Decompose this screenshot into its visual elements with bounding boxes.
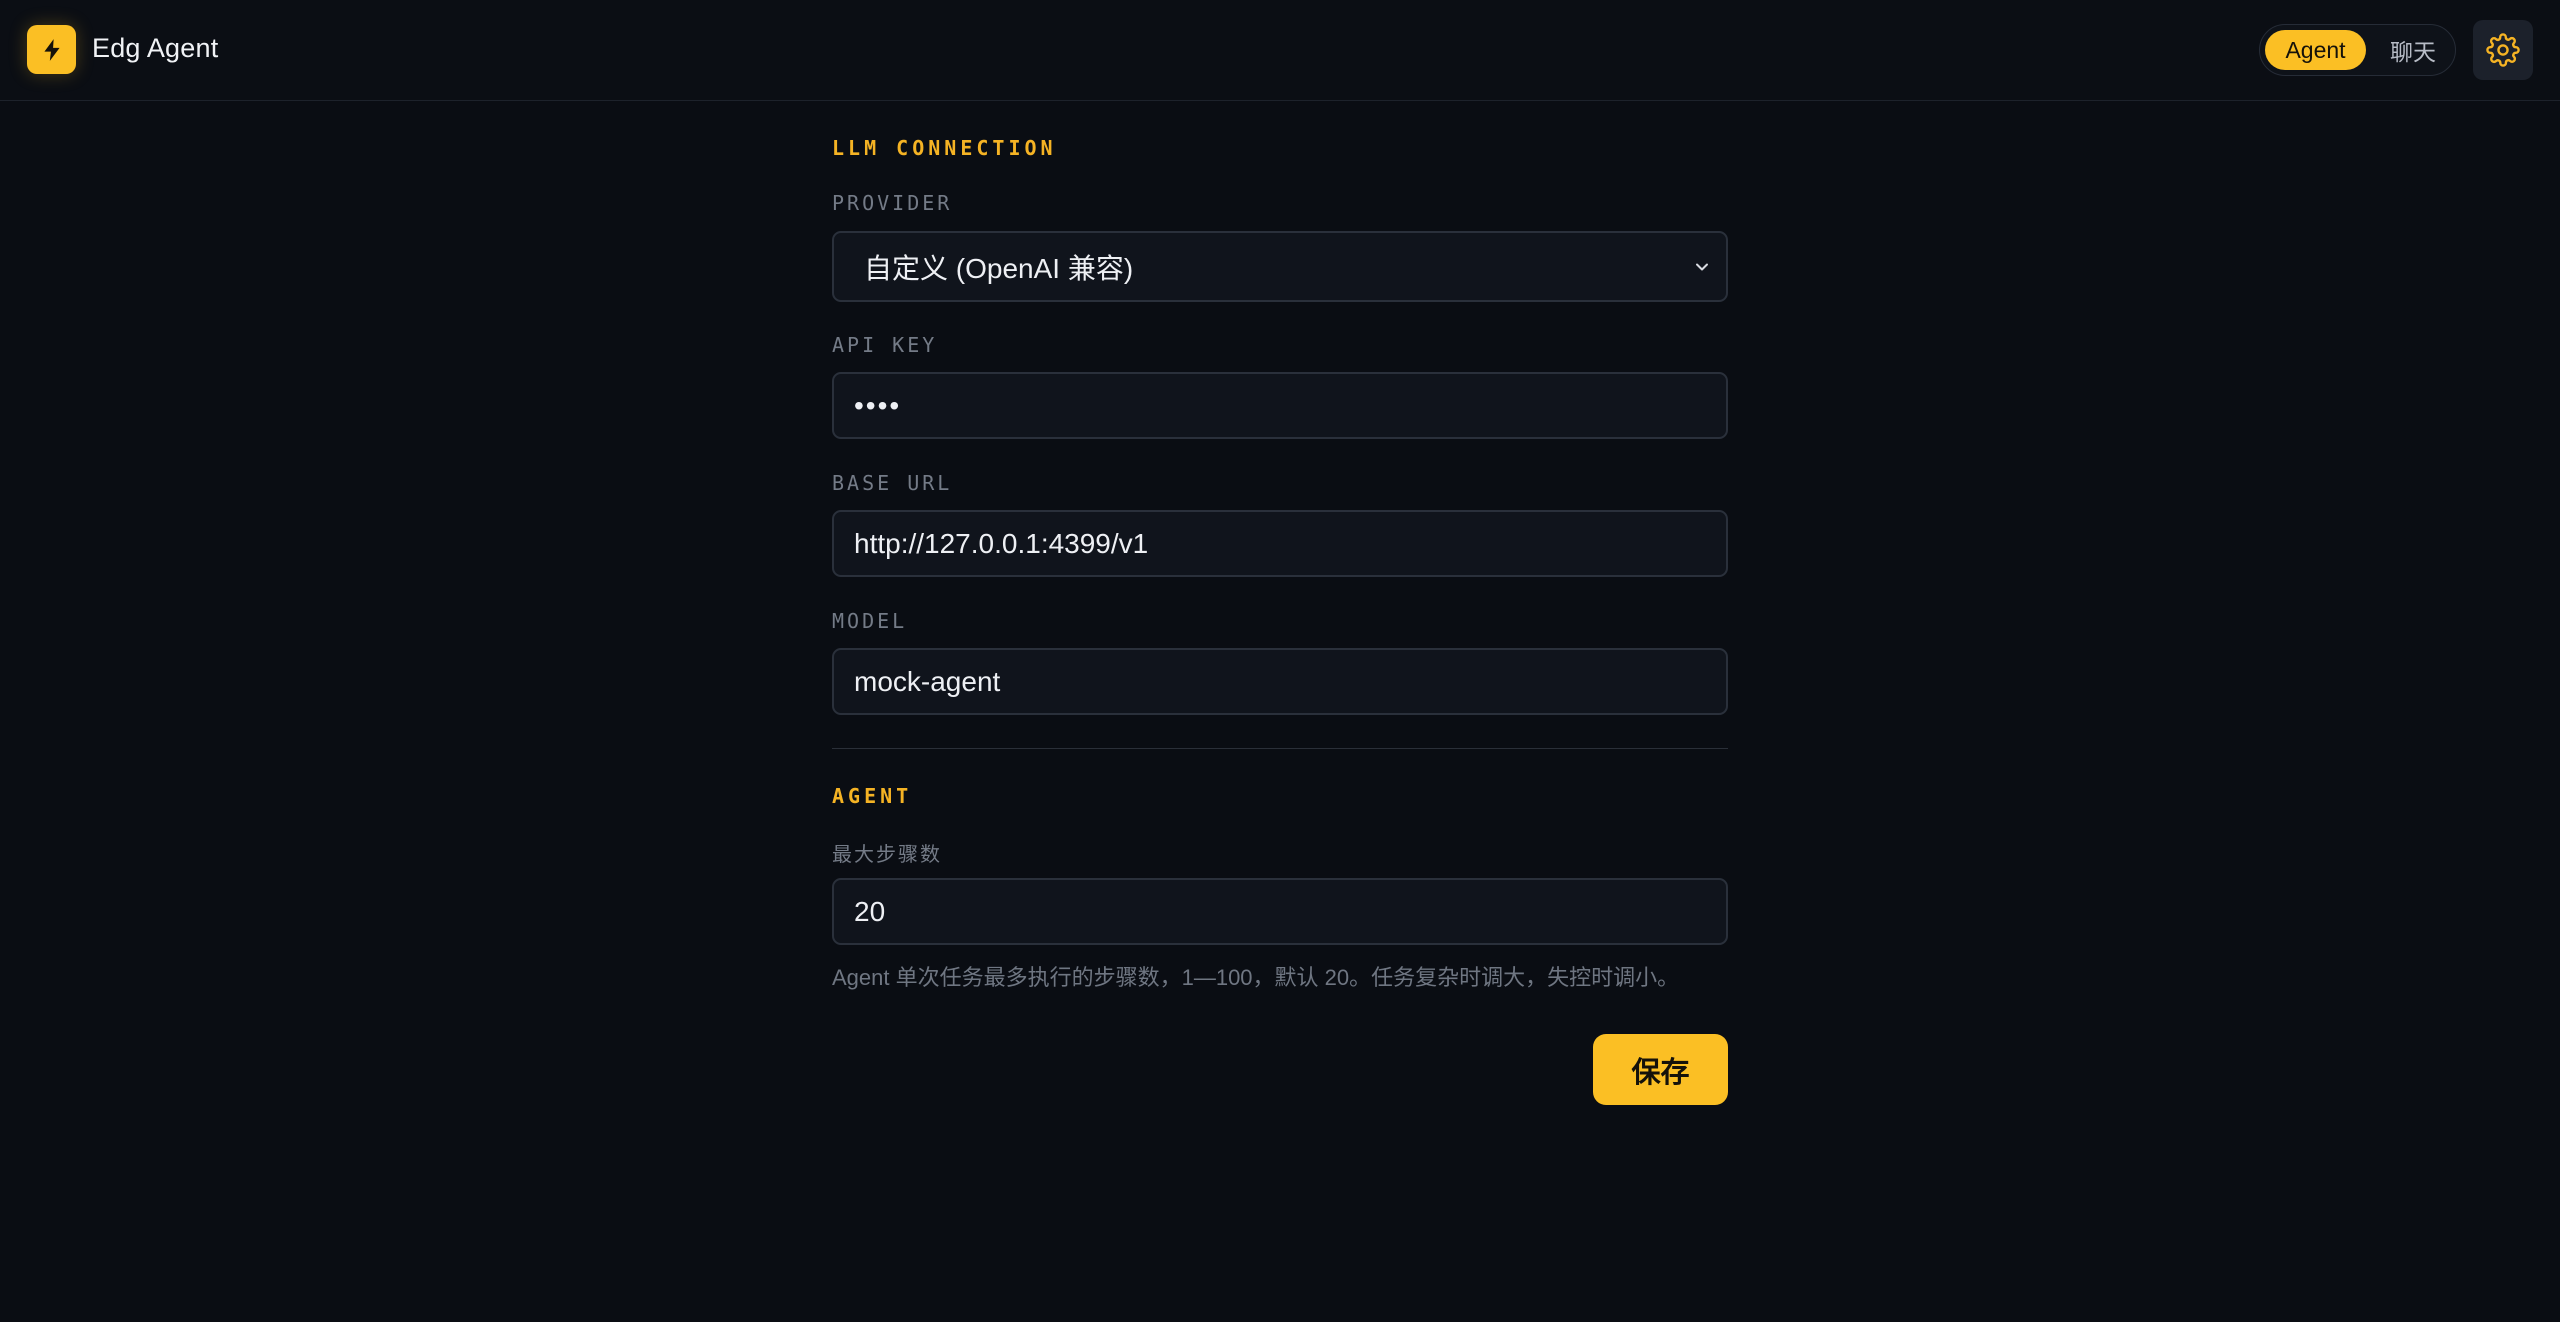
- base-url-label: BASE URL: [832, 471, 953, 495]
- model-label: MODEL: [832, 609, 908, 633]
- app-logo: [27, 25, 76, 74]
- gear-icon: [2486, 33, 2520, 67]
- top-bar: Edg Agent Agent 聊天: [0, 0, 2560, 101]
- lightning-bolt-icon: [43, 38, 60, 61]
- provider-select[interactable]: 自定义 (OpenAI 兼容): [832, 231, 1728, 302]
- max-steps-label: 最大步骤数: [832, 842, 942, 866]
- api-key-input[interactable]: ••••: [832, 372, 1728, 439]
- model-input[interactable]: mock-agent: [832, 648, 1728, 715]
- chevron-down-icon: [1696, 263, 1708, 271]
- section-divider: [832, 748, 1728, 749]
- mode-toggle: Agent 聊天: [2259, 24, 2456, 76]
- settings-button[interactable]: [2473, 20, 2533, 80]
- mode-chat-button[interactable]: 聊天: [2374, 30, 2452, 70]
- provider-select-value: 自定义 (OpenAI 兼容): [864, 252, 1134, 284]
- save-button[interactable]: 保存: [1593, 1034, 1728, 1105]
- max-steps-hint: Agent 单次任务最多执行的步骤数，1—100，默认 20。任务复杂时调大，失…: [832, 965, 1680, 990]
- llm-connection-section-title: LLM CONNECTION: [832, 136, 1057, 160]
- provider-label: PROVIDER: [832, 191, 953, 215]
- agent-section-title: AGENT: [832, 784, 913, 808]
- mode-agent-button[interactable]: Agent: [2265, 30, 2366, 70]
- app-title: Edg Agent: [92, 33, 219, 63]
- api-key-label: API KEY: [832, 333, 938, 357]
- max-steps-input[interactable]: 20: [832, 878, 1728, 945]
- base-url-input[interactable]: http://127.0.0.1:4399/v1: [832, 510, 1728, 577]
